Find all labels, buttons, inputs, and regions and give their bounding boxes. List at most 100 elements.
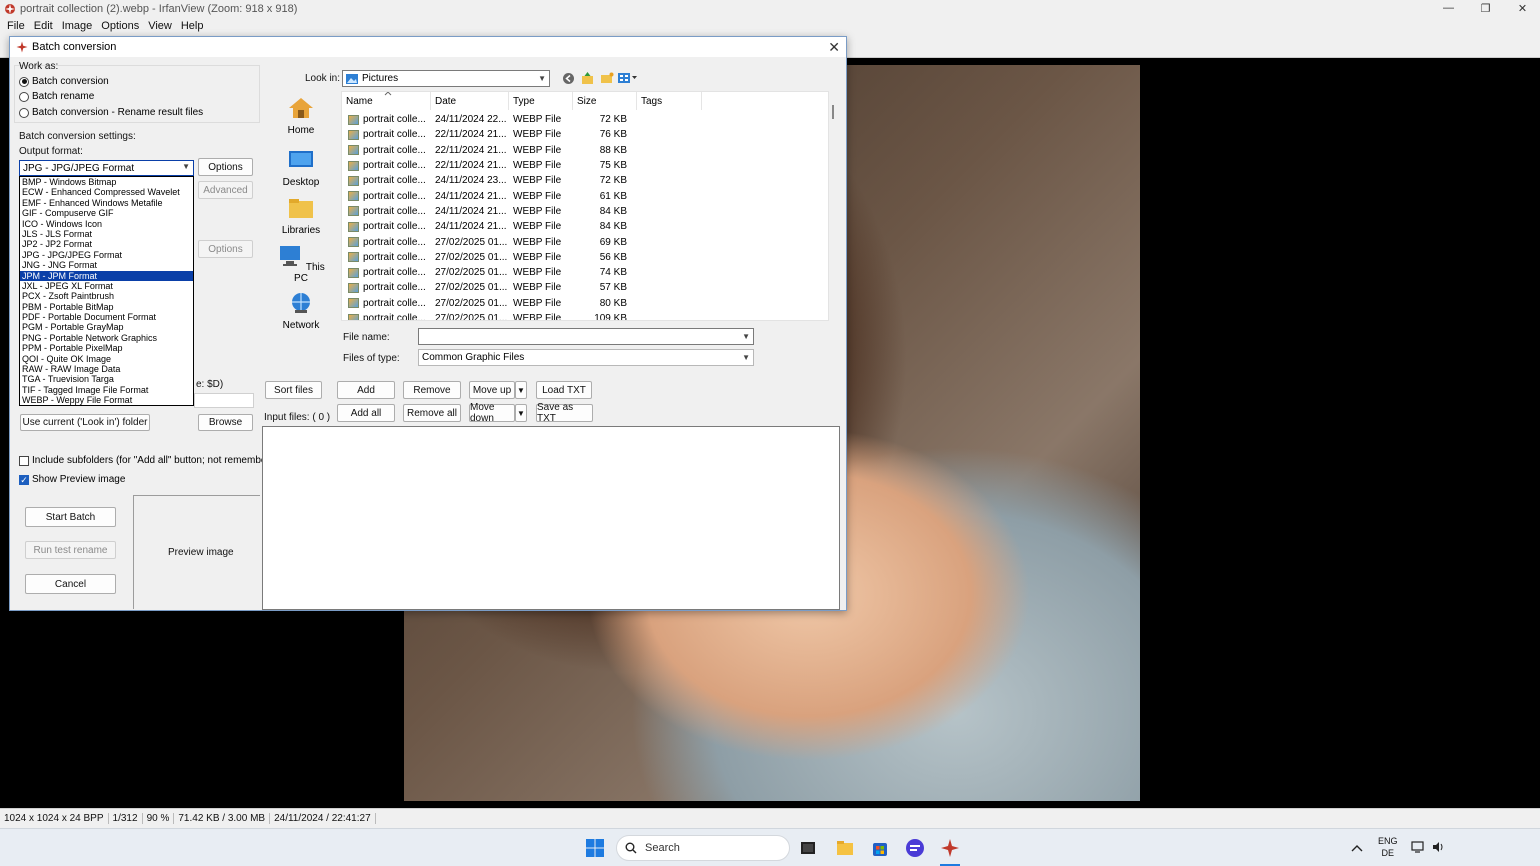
show-preview-checkbox[interactable]: ✓ Show Preview image <box>19 474 125 485</box>
new-folder-icon[interactable] <box>600 72 614 84</box>
column-date[interactable]: Date <box>431 92 509 110</box>
remove-button[interactable]: Remove <box>403 381 461 399</box>
irfanview-taskbar-icon[interactable] <box>940 838 960 858</box>
run-test-rename-button[interactable]: Run test rename <box>25 541 116 559</box>
output-dir-field[interactable] <box>194 393 254 408</box>
format-option[interactable]: BMP - Windows Bitmap <box>20 177 193 187</box>
place-home[interactable]: Home <box>276 97 326 136</box>
menu-view[interactable]: View <box>148 20 172 32</box>
format-option[interactable]: ECW - Enhanced Compressed Wavelet <box>20 187 193 197</box>
files-of-type-select[interactable]: Common Graphic Files ▼ <box>418 349 754 366</box>
format-option[interactable]: WEBP - Weppy File Format <box>20 395 193 405</box>
format-option[interactable]: EMF - Enhanced Windows Metafile <box>20 198 193 208</box>
file-row[interactable]: portrait colle... 27/02/2025 01... WEBP Fi… <box>342 296 828 311</box>
dialog-close-icon[interactable]: ✕ <box>828 39 840 56</box>
minimize-icon[interactable]: — <box>1430 2 1467 15</box>
add-button[interactable]: Add <box>337 381 395 399</box>
format-option[interactable]: ICO - Windows Icon <box>20 219 193 229</box>
start-batch-button[interactable]: Start Batch <box>25 507 116 527</box>
format-option[interactable]: JPM - JPM Format <box>20 270 193 281</box>
column-tags[interactable]: Tags <box>637 92 702 110</box>
volume-icon[interactable] <box>1431 840 1445 854</box>
remove-all-button[interactable]: Remove all <box>403 404 461 422</box>
close-icon[interactable]: ✕ <box>1504 2 1540 15</box>
format-option[interactable]: JPG - JPG/JPEG Format <box>20 250 193 260</box>
radio-batch-rename[interactable]: Batch rename <box>19 91 94 102</box>
file-row[interactable]: portrait colle... 27/02/2025 01... WEBP Fi… <box>342 234 828 249</box>
format-option[interactable]: JNG - JNG Format <box>20 260 193 270</box>
column-type[interactable]: Type <box>509 92 573 110</box>
place-this-pc[interactable]: This PC <box>276 245 326 284</box>
column-size[interactable]: Size <box>573 92 637 110</box>
use-current-folder-button[interactable]: Use current ('Look in') folder <box>20 414 150 431</box>
format-option[interactable]: PBM - Portable BitMap <box>20 302 193 312</box>
browse-button[interactable]: Browse <box>198 414 253 431</box>
format-option[interactable]: JLS - JLS Format <box>20 229 193 239</box>
network-icon[interactable] <box>1411 840 1425 854</box>
maximize-icon[interactable]: ❐ <box>1467 2 1504 15</box>
file-row[interactable]: portrait colle... 22/11/2024 21... WEBP Fi… <box>342 127 828 142</box>
view-menu-icon[interactable] <box>618 72 638 84</box>
language-indicator[interactable]: ENG DE <box>1378 835 1398 859</box>
task-view-icon[interactable] <box>798 838 818 858</box>
load-txt-button[interactable]: Load TXT <box>536 381 592 399</box>
menu-options[interactable]: Options <box>101 20 139 32</box>
format-option[interactable]: PDF - Portable Document Format <box>20 312 193 322</box>
format-option[interactable]: PPM - Portable PixelMap <box>20 343 193 353</box>
add-all-button[interactable]: Add all <box>337 404 395 422</box>
file-row[interactable]: portrait colle... 24/11/2024 21... WEBP Fi… <box>342 204 828 219</box>
menu-image[interactable]: Image <box>62 20 93 32</box>
messenger-icon[interactable] <box>905 838 925 858</box>
radio-batch-conversion[interactable]: Batch conversion <box>19 76 109 87</box>
taskbar-search[interactable]: Search <box>616 835 790 861</box>
file-row[interactable]: portrait colle... 24/11/2024 22... WEBP Fi… <box>342 112 828 127</box>
options-button-2[interactable]: Options <box>198 240 253 258</box>
file-row[interactable]: portrait colle... 22/11/2024 21... WEBP Fi… <box>342 143 828 158</box>
move-down-button[interactable]: Move down <box>469 402 515 424</box>
scroll-thumb[interactable] <box>832 105 834 119</box>
output-format-select[interactable]: JPG - JPG/JPEG Format ▼ <box>19 160 194 176</box>
file-row[interactable]: portrait colle... 27/02/2025 01... WEBP Fi… <box>342 265 828 280</box>
format-option[interactable]: QOI - Quite OK Image <box>20 354 193 364</box>
menu-file[interactable]: File <box>7 20 25 32</box>
format-option[interactable]: TIF - Tagged Image File Format <box>20 385 193 395</box>
place-libraries[interactable]: Libraries <box>276 197 326 236</box>
up-folder-icon[interactable] <box>581 71 594 85</box>
format-option[interactable]: PCX - Zsoft Paintbrush <box>20 291 193 301</box>
store-icon[interactable] <box>870 838 890 858</box>
format-option[interactable]: PNG - Portable Network Graphics <box>20 333 193 343</box>
place-network[interactable]: Network <box>276 292 326 331</box>
menu-help[interactable]: Help <box>181 20 204 32</box>
file-row[interactable]: portrait colle... 27/02/2025 01... WEBP Fi… <box>342 311 828 320</box>
format-option[interactable]: JP2 - JP2 Format <box>20 239 193 249</box>
file-row[interactable]: portrait colle... 24/11/2024 21... WEBP Fi… <box>342 219 828 234</box>
format-option[interactable]: GIF - Compuserve GIF <box>20 208 193 218</box>
advanced-button[interactable]: Advanced <box>198 181 253 199</box>
sort-files-button[interactable]: Sort files <box>265 381 322 399</box>
format-option[interactable]: TGA - Truevision Targa <box>20 374 193 384</box>
file-row[interactable]: portrait colle... 22/11/2024 21... WEBP Fi… <box>342 158 828 173</box>
format-option[interactable]: RAW - RAW Image Data <box>20 364 193 374</box>
include-subfolders-checkbox[interactable]: Include subfolders (for "Add all" button… <box>19 455 284 466</box>
move-down-dropdown[interactable]: ▼ <box>515 404 527 422</box>
move-up-button[interactable]: Move up <box>469 381 515 399</box>
file-name-field[interactable]: ▼ <box>418 328 754 345</box>
cancel-button[interactable]: Cancel <box>25 574 116 594</box>
look-in-select[interactable]: Pictures ▼ <box>342 70 550 87</box>
file-explorer-icon[interactable] <box>835 838 855 858</box>
back-icon[interactable] <box>562 72 575 85</box>
format-options-button[interactable]: Options <box>198 158 253 176</box>
format-option[interactable]: JXL - JPEG XL Format <box>20 281 193 291</box>
file-row[interactable]: portrait colle... 27/02/2025 01... WEBP Fi… <box>342 250 828 265</box>
move-up-dropdown[interactable]: ▼ <box>515 381 527 399</box>
chevron-up-icon[interactable] <box>1351 843 1363 853</box>
format-option[interactable]: PGM - Portable GrayMap <box>20 322 193 332</box>
windows-start-icon[interactable] <box>585 838 605 858</box>
output-format-dropdown-list[interactable]: BMP - Windows Bitmap ECW - Enhanced Compr… <box>19 176 194 406</box>
radio-batch-conversion-rename[interactable]: Batch conversion - Rename result files <box>19 107 203 118</box>
menu-edit[interactable]: Edit <box>34 20 53 32</box>
input-files-list[interactable] <box>262 426 840 610</box>
file-list-scrollbar[interactable] <box>830 91 836 321</box>
file-list[interactable]: Name Date Type Size Tags portrait colle.… <box>341 91 829 321</box>
file-row[interactable]: portrait colle... 24/11/2024 21... WEBP Fi… <box>342 189 828 204</box>
